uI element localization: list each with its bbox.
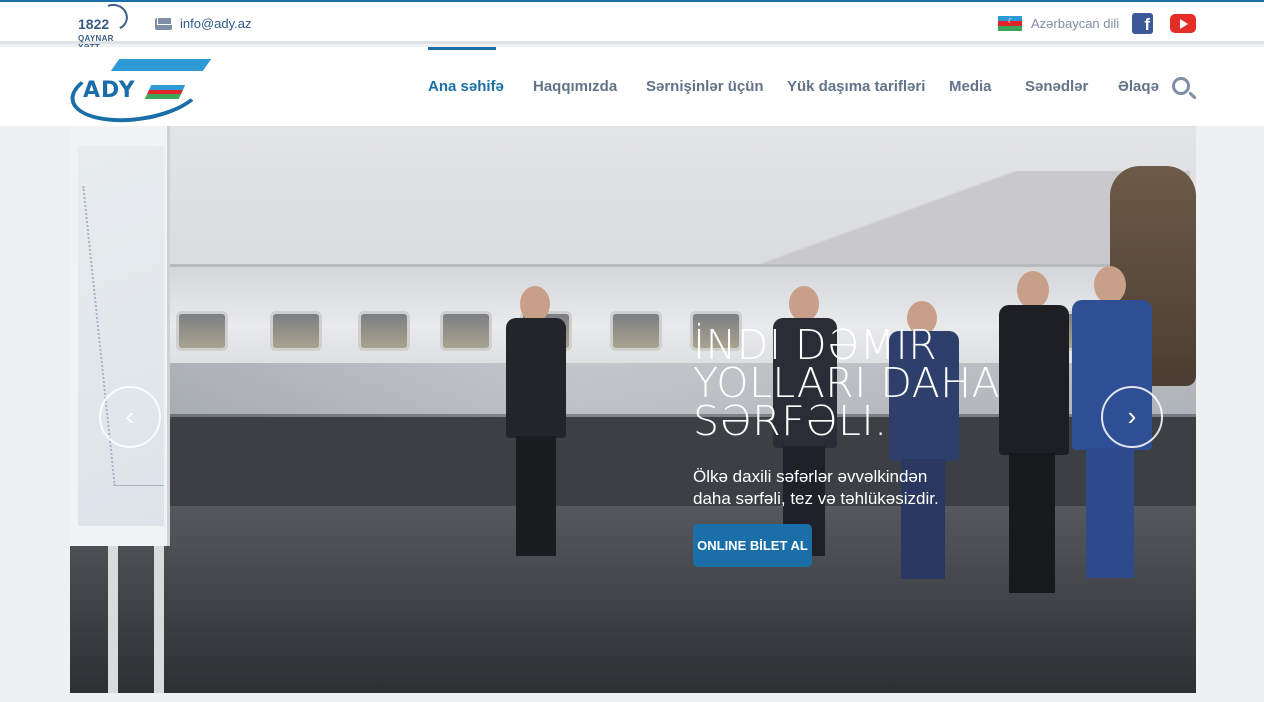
email-text[interactable]: info@ady.az [180, 16, 252, 31]
language-label[interactable]: Azərbaycan dili [1031, 16, 1119, 31]
facebook-icon[interactable]: f [1132, 13, 1153, 34]
train-window [270, 311, 322, 351]
azerbaijan-flag-icon [998, 16, 1022, 31]
person-head [1094, 266, 1126, 304]
hero-map-board [70, 126, 170, 546]
logo-swoosh-bar [110, 59, 212, 71]
hotline-number: 1822 [78, 16, 110, 32]
youtube-icon[interactable] [1170, 14, 1196, 33]
online-ticket-button[interactable]: ONLINE BİLET AL [693, 524, 812, 567]
train-window [358, 311, 410, 351]
logo-flag-icon [144, 85, 186, 100]
nav-item-about[interactable]: Haqqımızda [533, 78, 617, 95]
person-head [1017, 271, 1049, 309]
hero-slider: İndi dəmir yolları daha sərfəli. Ölkə da… [70, 126, 1196, 693]
main-navbar: ADY Ana səhifə Haqqımızda Sərnişinlər üç… [0, 47, 1264, 131]
nav-item-documents[interactable]: Sənədlər [1025, 78, 1088, 95]
board-leg [154, 546, 164, 693]
nav-item-passengers[interactable]: Sərnişinlər üçün [646, 78, 764, 95]
logo-text: ADY [83, 78, 136, 103]
next-slide-icon[interactable]: › [1101, 386, 1163, 448]
ady-logo[interactable]: ADY [66, 51, 212, 131]
person-head [520, 286, 550, 322]
hero-title: İndi dəmir yolları daha sərfəli. [693, 321, 1001, 445]
board-map [78, 146, 164, 526]
board-leg [108, 546, 118, 693]
hero-caption: İndi dəmir yolları daha sərfəli. Ölkə da… [693, 321, 1033, 510]
hotline-logo[interactable]: 1822 QAYNAR XƏTT [74, 0, 138, 52]
train-window [176, 311, 228, 351]
search-icon[interactable] [1172, 77, 1190, 95]
train-window [610, 311, 662, 351]
prev-slide-icon[interactable]: ‹ [99, 386, 161, 448]
active-nav-indicator [428, 47, 496, 50]
person-legs [1086, 448, 1134, 578]
hero-subtitle: Ölkə daxili səfərlər əvvəlkindən daha sə… [693, 467, 939, 508]
language-selector[interactable]: Azərbaycan dili [998, 16, 1119, 31]
train-window [440, 311, 492, 351]
nav-item-contact[interactable]: Əlaqə [1118, 78, 1159, 95]
envelope-icon [155, 17, 172, 30]
top-bar: 1822 QAYNAR XƏTT info@ady.az Azərbaycan … [0, 0, 1264, 52]
person-head [789, 286, 819, 322]
nav-item-media[interactable]: Media [949, 78, 992, 95]
person-body [506, 318, 566, 438]
person-legs [516, 436, 556, 556]
nav-item-cargo-tariffs[interactable]: Yük daşıma tarifləri [787, 78, 925, 95]
email-link[interactable]: info@ady.az [155, 16, 252, 31]
nav-item-home[interactable]: Ana səhifə [428, 78, 504, 95]
